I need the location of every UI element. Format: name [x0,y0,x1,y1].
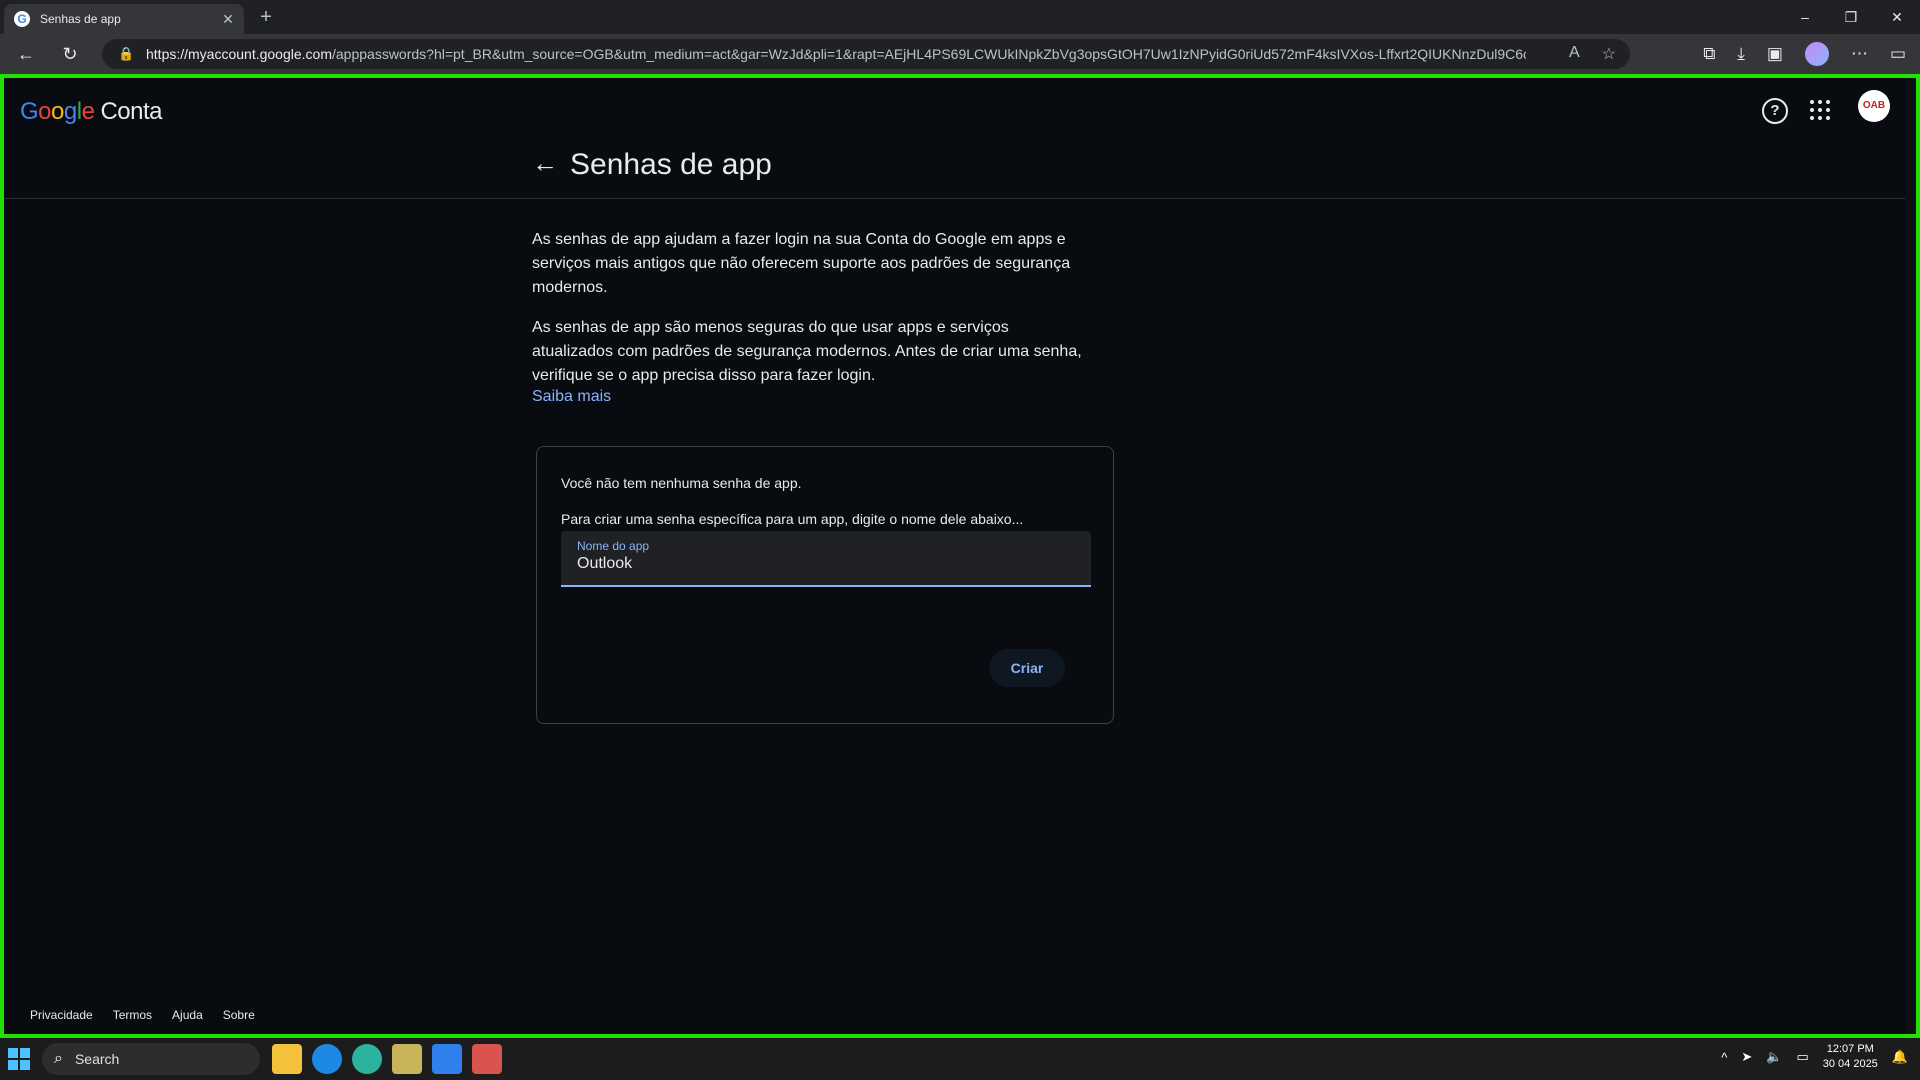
lock-icon[interactable]: 🔒 [118,46,134,62]
chevron-up-icon[interactable]: ^ [1721,1050,1727,1065]
avatar[interactable]: OAB [1858,90,1890,122]
footer-help-link[interactable]: Ajuda [172,1008,203,1022]
display-icon[interactable]: ▭ [1796,1049,1808,1065]
intro-paragraph-1: As senhas de app ajudam a fazer login na… [532,231,1071,296]
create-button[interactable]: Criar [989,649,1065,687]
system-tray: ^ ➤ 🔈 ▭ 12:07 PM 30 04 2025 🔔 [1721,1042,1908,1072]
back-arrow-icon[interactable]: ← [532,148,558,179]
clock-time: 12:07 PM [1826,1043,1874,1055]
app-name-field[interactable]: Nome do app [561,531,1091,587]
clock-date: 30 04 2025 [1822,1058,1878,1070]
search-placeholder: Search [74,1051,120,1067]
browser-toolbar: ← ↻ 🔒 https://myaccount.google.com/apppa… [0,34,1920,74]
minimize-icon[interactable]: – [1782,4,1828,30]
google-favicon-icon: G [14,11,30,27]
tab-title: Senhas de app [40,12,121,26]
volume-icon[interactable]: 🔈 [1766,1049,1782,1065]
google-apps-icon[interactable] [1810,100,1830,120]
windows-start-icon[interactable] [8,1048,30,1070]
address-bar[interactable]: 🔒 https://myaccount.google.com/apppasswo… [102,39,1630,69]
app-icon[interactable] [392,1044,422,1074]
footer-privacy-link[interactable]: Privacidade [30,1008,93,1022]
vscode-icon[interactable] [432,1044,462,1074]
footer-about-link[interactable]: Sobre [223,1008,255,1022]
help-icon[interactable]: ? [1762,98,1788,124]
account-header: Google Conta ? OAB ← Senhas de app [4,78,1908,199]
more-options-icon[interactable]: ⋯ [1851,44,1868,64]
no-passwords-message: Você não tem nenhuma senha de app. [561,475,802,491]
notification-bell-icon[interactable]: 🔔 [1892,1049,1908,1065]
intro-paragraph-2: As senhas de app são menos seguras do qu… [532,319,1082,384]
favorite-star-icon[interactable]: ☆ [1602,44,1616,64]
edge-icon[interactable] [312,1044,342,1074]
learn-more-link[interactable]: Saiba mais [532,388,1092,406]
close-tab-icon[interactable]: ✕ [218,11,238,28]
intro-content: As senhas de app ajudam a fazer login na… [532,228,1092,406]
edge-dev-icon[interactable] [352,1044,382,1074]
instruction-text: Para criar uma senha específica para um … [561,511,1024,527]
app-name-input[interactable] [577,555,1057,573]
window-controls: – ❐ ✕ [1782,4,1920,30]
browser-tabbar: G Senhas de app ✕ + – ❐ ✕ [0,0,1920,34]
taskbar-search[interactable]: ⌕ Search [42,1043,260,1075]
back-icon[interactable]: ← [14,42,38,66]
collections-icon[interactable]: ▣ [1767,44,1783,64]
browser-tab[interactable]: G Senhas de app ✕ [4,4,244,34]
profile-icon[interactable] [1804,42,1829,66]
search-icon: ⌕ [54,1050,63,1067]
extensions-icon[interactable]: ⧉ [1703,44,1715,64]
clock[interactable]: 12:07 PM 30 04 2025 [1823,1042,1878,1072]
close-window-icon[interactable]: ✕ [1874,4,1920,30]
footer-links: Privacidade Termos Ajuda Sobre [30,1008,255,1022]
page-title: Senhas de app [570,148,772,181]
restore-icon[interactable]: ❐ [1828,4,1874,30]
footer-terms-link[interactable]: Termos [113,1008,152,1022]
reload-icon[interactable]: ↻ [58,42,82,66]
page-viewport: Google Conta ? OAB ← Senhas de app As sen… [0,74,1920,1038]
remote-desktop-icon[interactable] [472,1044,502,1074]
read-aloud-icon[interactable]: A [1569,44,1580,64]
google-account-logo[interactable]: Google Conta [20,98,162,126]
page-scrollbar[interactable] [1906,78,1916,1034]
app-name-label: Nome do app [577,539,650,553]
new-tab-icon[interactable]: + [254,6,278,30]
location-icon[interactable]: ➤ [1741,1049,1752,1065]
taskbar: ⌕ Search ^ ➤ 🔈 ▭ 12:07 PM 30 04 2025 🔔 [0,1038,1920,1080]
sidebar-icon[interactable]: ▭ [1890,44,1906,64]
create-app-password-card: Você não tem nenhuma senha de app. Para … [536,446,1114,724]
url-text[interactable]: https://myaccount.google.com/apppassword… [146,46,1526,62]
file-explorer-icon[interactable] [272,1044,302,1074]
downloads-icon[interactable]: ⤓ [1737,44,1745,64]
